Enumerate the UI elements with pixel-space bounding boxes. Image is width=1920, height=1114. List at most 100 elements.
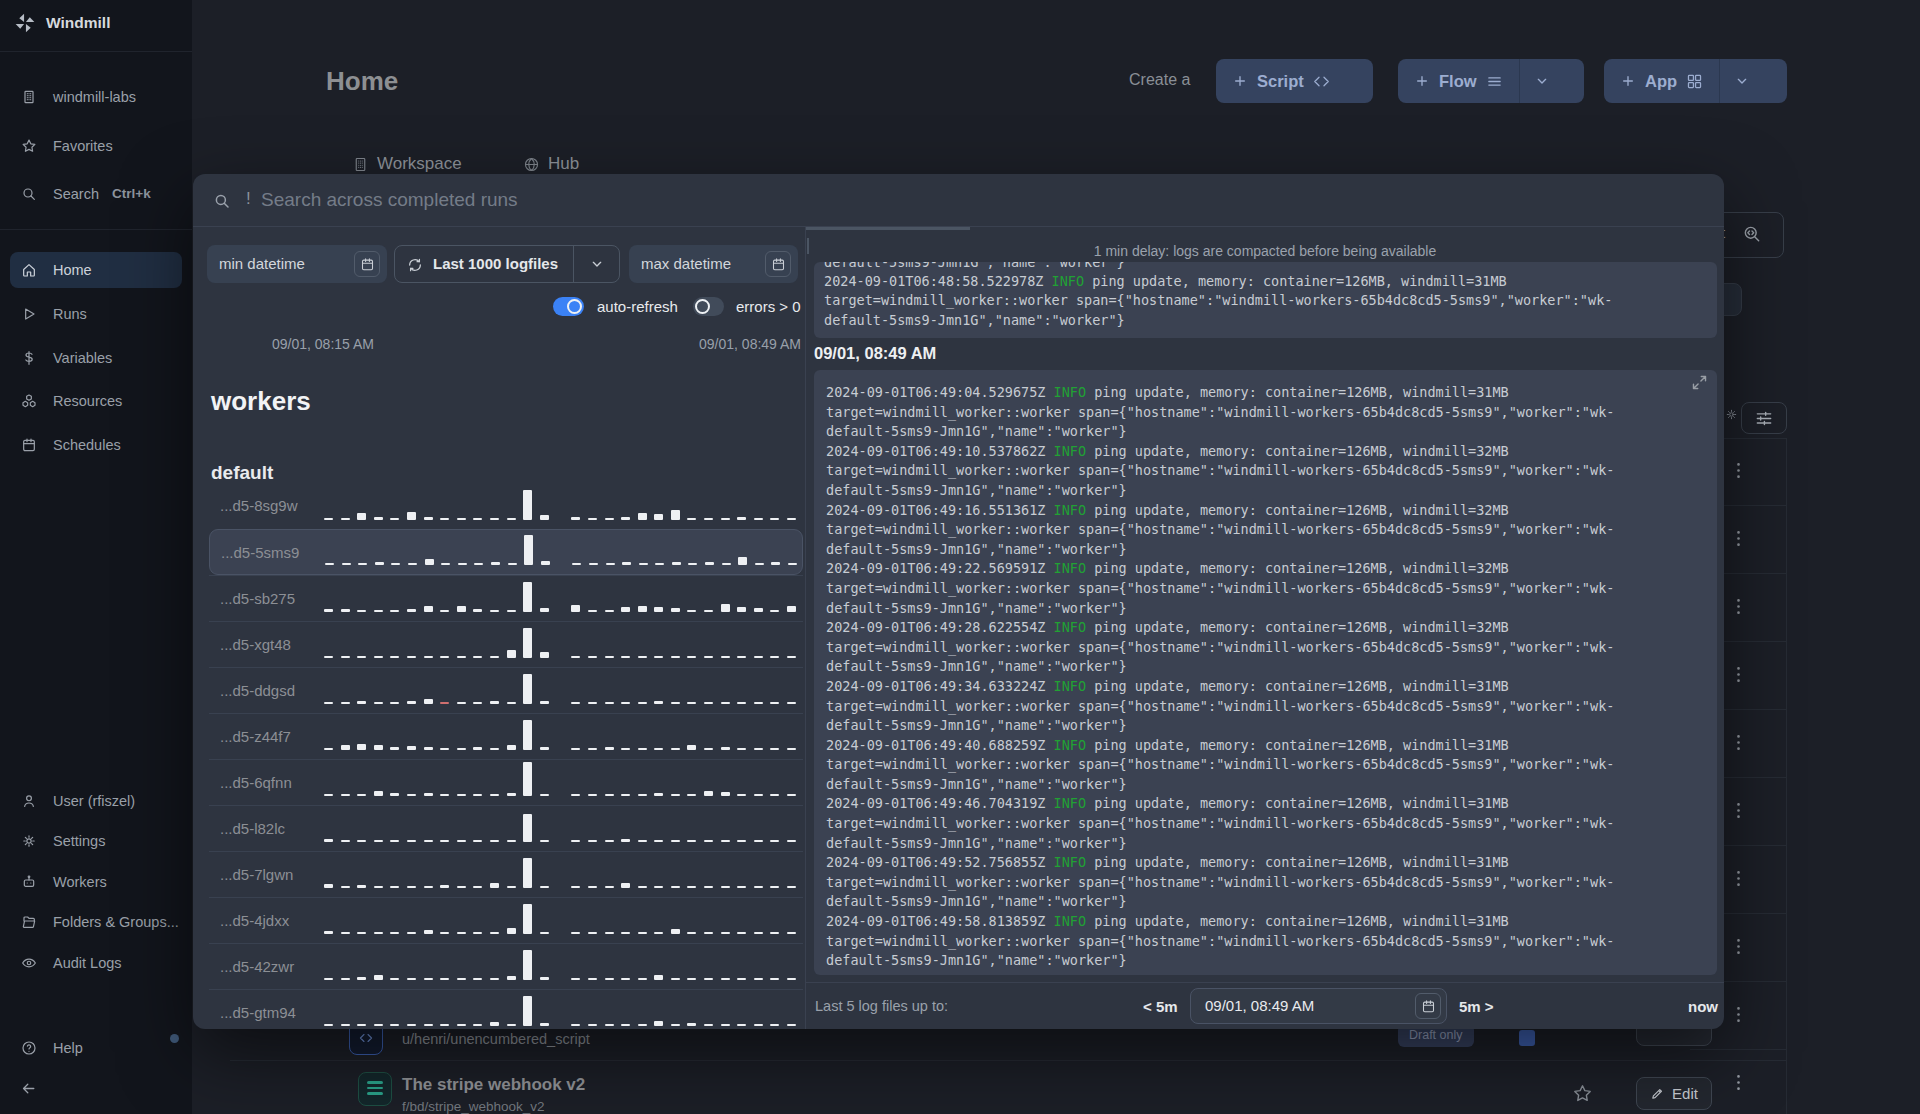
create-flow-dropdown[interactable] xyxy=(1519,59,1564,103)
runs-search-bar: ! xyxy=(193,174,1724,227)
calendar-button[interactable] xyxy=(765,251,791,277)
max-datetime-picker[interactable]: max datetime xyxy=(629,245,798,283)
footer-datetime-picker[interactable]: 09/01, 08:49 AM xyxy=(1190,988,1447,1024)
tab-hub[interactable]: Hub xyxy=(523,154,579,174)
sidebar-item-home[interactable]: Home xyxy=(10,252,182,288)
sidebar-item-variables[interactable]: Variables xyxy=(10,340,182,376)
row-menu-button[interactable] xyxy=(1728,868,1749,889)
auto-refresh-toggle[interactable] xyxy=(553,297,584,316)
sidebar-item-runs[interactable]: Runs xyxy=(10,296,182,332)
worker-row-d58sg9w[interactable]: ...d5-8sg9w xyxy=(209,483,803,529)
row-menu-button[interactable] xyxy=(1728,1072,1749,1093)
logfiles-dropdown[interactable]: Last 1000 logfiles xyxy=(394,245,620,283)
gear-icon xyxy=(1725,408,1738,421)
calendar-icon xyxy=(771,257,786,272)
dropdown-chevron[interactable] xyxy=(589,256,605,272)
log-line: default-5sms9-Jmn1G","name":"worker"} xyxy=(826,599,1705,619)
worker-name: ...d5-xgt48 xyxy=(220,622,291,668)
user-icon xyxy=(21,793,37,809)
worker-row-d54jdxx[interactable]: ...d5-4jdxx xyxy=(209,897,803,943)
sidebar-item-favorites[interactable]: Favorites xyxy=(10,128,182,164)
deploy-mini-icon[interactable] xyxy=(1519,1030,1535,1046)
scrollbar-horizontal[interactable] xyxy=(806,227,970,230)
now-button[interactable]: now xyxy=(1688,983,1718,1030)
search-icon xyxy=(213,192,231,210)
star-icon xyxy=(1572,1083,1593,1104)
sidebar-item-folders-groups[interactable]: Folders & Groups... xyxy=(10,904,182,940)
sidebar-item-workers[interactable]: Workers xyxy=(10,864,182,900)
sidebar-item-user-rfiszel[interactable]: User (rfiszel) xyxy=(10,783,182,819)
min-datetime-picker[interactable]: min datetime xyxy=(207,245,387,283)
sidebar-item-label: Schedules xyxy=(53,427,121,463)
sidebar-item-schedules[interactable]: Schedules xyxy=(10,427,182,463)
worker-row-d5gtm94[interactable]: ...d5-gtm94 xyxy=(209,989,803,1029)
range-end-timestamp: 09/01, 08:49 AM xyxy=(699,336,801,352)
sidebar-item-help[interactable]: Help xyxy=(10,1030,182,1066)
row-menu-button[interactable] xyxy=(1728,664,1749,685)
calendar-button[interactable] xyxy=(354,251,380,277)
row-menu-button[interactable] xyxy=(1728,800,1749,821)
collapse-sidebar-button[interactable] xyxy=(20,1080,37,1097)
filter-sliders-button[interactable] xyxy=(1741,402,1787,434)
log-block-current: 2024-09-01T06:49:04.529675Z INFO ping up… xyxy=(814,370,1717,975)
sidebar-item-search[interactable]: SearchCtrl+k xyxy=(10,176,182,212)
tab-workspace[interactable]: Workspace xyxy=(352,154,462,174)
worker-row-d55sms9[interactable]: ...d5-5sms9 xyxy=(209,529,803,575)
sidebar-item-settings[interactable]: Settings xyxy=(10,823,182,859)
row-menu-button[interactable] xyxy=(1728,936,1749,957)
sidebar-item-label: Runs xyxy=(53,296,87,332)
worker-row-d5ddgsd[interactable]: ...d5-ddgsd xyxy=(209,667,803,713)
forward-5m-button[interactable]: 5m > xyxy=(1459,983,1494,1030)
back-5m-button[interactable]: < 5m xyxy=(1143,983,1178,1030)
brand-title: Windmill xyxy=(46,14,110,32)
row-menu-button[interactable] xyxy=(1728,596,1749,617)
sidebar-item-resources[interactable]: Resources xyxy=(10,383,182,419)
sidebar-item-audit-logs[interactable]: Audit Logs xyxy=(10,945,182,981)
expand-icon[interactable] xyxy=(1691,374,1708,391)
completed-runs-search-input[interactable] xyxy=(261,174,1161,226)
row-menu-button[interactable] xyxy=(1728,732,1749,753)
flow-icon xyxy=(358,1072,392,1106)
sidebar-item-label: windmill-labs xyxy=(53,79,136,115)
search-icon xyxy=(21,186,37,202)
sidebar-item-windmill-labs[interactable]: windmill-labs xyxy=(10,79,182,115)
worker-row-d542zwr[interactable]: ...d5-42zwr xyxy=(209,943,803,989)
sidebar-item-label: Settings xyxy=(53,823,105,859)
bg-gear-mini-icon[interactable] xyxy=(1725,408,1738,421)
row-menu-button[interactable] xyxy=(1728,528,1749,549)
log-line: default-5sms9-Jmn1G","name":"worker"} xyxy=(826,540,1705,560)
row-menu-button[interactable] xyxy=(1728,460,1749,481)
edit-button[interactable]: Edit xyxy=(1636,1077,1712,1110)
search-prefix: ! xyxy=(246,189,251,209)
worker-row-d5z44f7[interactable]: ...d5-z44f7 xyxy=(209,713,803,759)
log-line: target=windmill_worker::worker span={"ho… xyxy=(824,291,1707,310)
worker-row-d56qfnn[interactable]: ...d5-6qfnn xyxy=(209,759,803,805)
worker-row-d5sb275[interactable]: ...d5-sb275 xyxy=(209,575,803,621)
create-app-dropdown[interactable] xyxy=(1719,59,1764,103)
worker-row-d5xgt48[interactable]: ...d5-xgt48 xyxy=(209,621,803,667)
bot-icon xyxy=(21,874,37,890)
log-line: 2024-09-01T06:49:58.813859Z INFO ping up… xyxy=(826,912,1705,932)
gear-icon xyxy=(21,833,37,849)
worker-name: ...d5-l82lc xyxy=(220,806,285,852)
row-menu-button[interactable] xyxy=(1728,1004,1749,1025)
windmill-logo[interactable] xyxy=(14,12,36,34)
errors-toggle[interactable] xyxy=(693,297,724,316)
calendar-button[interactable] xyxy=(1415,993,1441,1019)
log-line: default-5sms9-Jmn1G","name":"worker"} xyxy=(826,481,1705,501)
worker-row-d5l82lc[interactable]: ...d5-l82lc xyxy=(209,805,803,851)
help-icon xyxy=(21,1040,37,1056)
errors-label: errors > 0 xyxy=(736,297,801,316)
create-flow-button[interactable]: Flow xyxy=(1398,59,1584,103)
worker-activity-sparkline xyxy=(324,850,801,888)
search-code-icon xyxy=(1742,224,1762,244)
worker-row-d57lgwn[interactable]: ...d5-7lgwn xyxy=(209,851,803,897)
worker-activity-sparkline xyxy=(325,527,800,565)
bg-table-right-edge xyxy=(1786,438,1787,1114)
create-app-button[interactable]: App xyxy=(1604,59,1787,103)
sidebar-divider xyxy=(0,229,192,230)
favorite-star-icon[interactable] xyxy=(1572,1083,1593,1104)
dollar-icon xyxy=(21,350,37,366)
create-script-button[interactable]: Script xyxy=(1216,59,1373,103)
worker-name: ...d5-7lgwn xyxy=(220,852,293,898)
